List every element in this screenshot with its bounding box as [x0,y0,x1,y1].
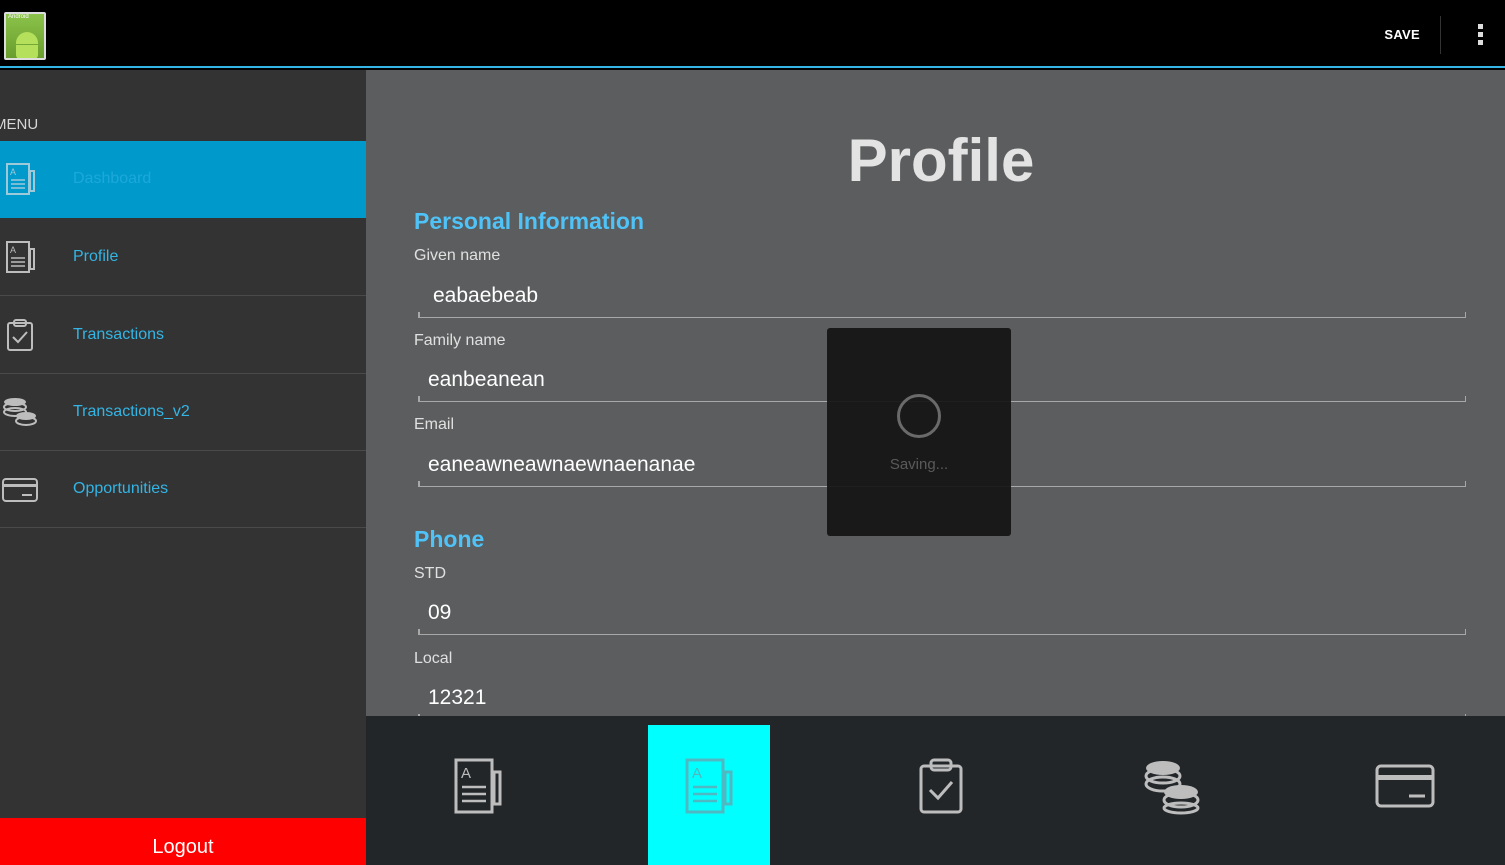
sidebar-item-transactions-v2[interactable]: Transactions_v2 [0,374,366,451]
section-title-phone: Phone [414,526,485,552]
section-title-personal: Personal Information [414,208,645,234]
sidebar-item-profile[interactable]: A Profile [0,219,366,296]
svg-text:A: A [461,765,471,782]
svg-text:A: A [692,765,702,782]
tab-opportunities[interactable] [1344,716,1466,865]
given-name-field-container [418,280,1466,318]
svg-text:A: A [10,167,16,177]
sidebar-item-label: Profile [73,248,119,265]
tab-profile[interactable]: A [648,725,770,865]
document-icon: A [685,758,733,814]
menu-header: MENU [0,116,39,133]
local-label: Local [414,650,453,667]
email-label: Email [414,416,455,433]
saving-dialog: Saving... [827,328,1011,536]
document-icon: A [6,163,35,195]
std-field-container [418,597,1466,635]
clipboard-check-icon [919,758,963,814]
sidebar-item-opportunities[interactable]: Opportunities [0,451,366,528]
given-name-label: Given name [414,247,501,264]
coins-icon [1144,761,1200,815]
credit-card-icon [2,478,38,502]
std-label: STD [414,565,446,582]
more-vert-icon[interactable] [1476,24,1484,48]
save-button[interactable]: SAVE [1384,27,1420,42]
app-icon[interactable]: Android [4,12,46,60]
spinner-icon [897,394,941,438]
sidebar-item-dashboard[interactable]: A Dashboard [0,141,366,218]
svg-text:A: A [10,245,16,255]
tab-transactions[interactable] [880,716,1002,865]
action-bar-divider [1440,16,1441,54]
sidebar-item-label: Transactions_v2 [73,403,190,420]
sidebar-item-transactions[interactable]: Transactions [0,297,366,374]
local-field-container [418,682,1466,716]
document-icon: A [6,241,35,273]
tab-dashboard[interactable]: A [417,716,539,865]
coins-icon [3,398,37,426]
family-name-label: Family name [414,332,506,349]
local-field[interactable] [428,686,1428,710]
logout-button[interactable]: Logout [0,818,366,865]
std-field[interactable] [428,601,1428,625]
tab-transactions-v2[interactable] [1112,716,1234,865]
sidebar-item-label: Dashboard [73,170,152,187]
action-bar: Android SAVE [0,0,1505,68]
sidebar-item-label: Opportunities [73,480,169,497]
page-title: Profile [847,127,1035,194]
document-icon: A [454,758,502,814]
saving-text: Saving... [889,456,949,473]
sidebar-item-label: Transactions [73,326,164,343]
credit-card-icon [1375,764,1435,808]
android-body-icon [16,45,38,58]
android-head-icon [16,32,38,44]
app-icon-label: Android [8,14,29,20]
bottom-tab-bar: A A [366,716,1505,865]
navigation-drawer: MENU A Dashboard A Profile Transactions … [0,70,366,865]
clipboard-check-icon [7,319,33,351]
given-name-field[interactable] [433,284,1433,308]
